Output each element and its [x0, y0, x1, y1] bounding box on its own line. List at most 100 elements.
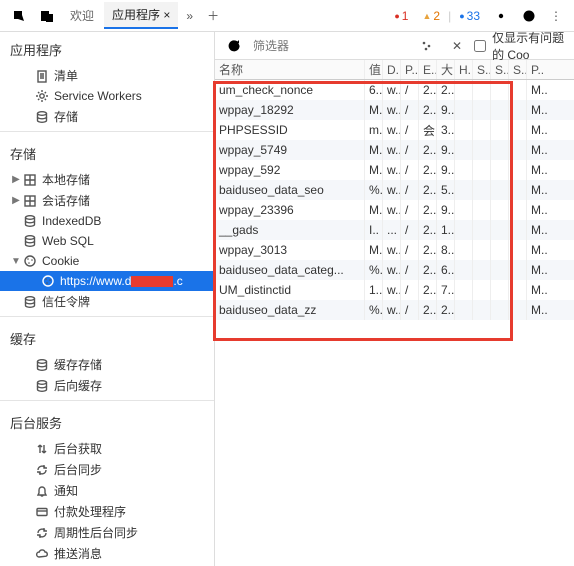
more-tabs-icon[interactable]: »: [180, 5, 199, 27]
tree-item-label: 付款处理程序: [54, 503, 126, 520]
table-row[interactable]: um_check_nonce6..w../2..2..M..: [215, 80, 574, 100]
tab-application[interactable]: 应用程序 ×: [104, 2, 178, 29]
table-row[interactable]: wppay_23396M..w../2..9..M..: [215, 200, 574, 220]
tree-item[interactable]: ▶本地存储: [0, 169, 214, 190]
col-header[interactable]: P..: [401, 60, 419, 79]
table-header[interactable]: 名称值D..P..E..大..H..S..S..S..P..: [215, 60, 574, 80]
tree-item[interactable]: 清单: [0, 65, 214, 86]
tree-item[interactable]: Web SQL: [0, 231, 214, 251]
tab-close-x[interactable]: ×: [163, 8, 170, 22]
tree-item[interactable]: 后台获取: [0, 438, 214, 459]
col-header[interactable]: 值: [365, 60, 383, 79]
cell: [509, 180, 527, 200]
table-row[interactable]: baiduseo_data_seo%..w../2..5..M..: [215, 180, 574, 200]
cell: [455, 240, 473, 260]
cell: 2..: [419, 140, 437, 160]
col-header[interactable]: D..: [383, 60, 401, 79]
tree-item[interactable]: 存储: [0, 106, 214, 127]
tree-item[interactable]: Service Workers: [0, 86, 214, 106]
device-icon[interactable]: [34, 5, 60, 27]
cell: [491, 100, 509, 120]
col-header[interactable]: P..: [527, 60, 551, 79]
tree-item-label: 清单: [54, 67, 78, 84]
cookie-table: 名称值D..P..E..大..H..S..S..S..P.. um_check_…: [215, 60, 574, 566]
twist-icon[interactable]: ▶: [10, 174, 22, 185]
cell: w..: [383, 120, 401, 140]
tree-item-label: 存储: [54, 108, 78, 125]
activity-icon[interactable]: [516, 5, 542, 27]
tree-item[interactable]: ▶ 会话存储: [0, 190, 214, 211]
message-badge[interactable]: 33: [453, 5, 486, 27]
tree-item[interactable]: 后台同步: [0, 459, 214, 480]
tree-item[interactable]: IndexedDB: [0, 211, 214, 231]
table-row[interactable]: wppay_592M..w../2..9..M..: [215, 160, 574, 180]
clear-filter-icon[interactable]: ✕: [446, 35, 468, 57]
cell: [491, 280, 509, 300]
cell: 2..: [419, 180, 437, 200]
add-tab-icon[interactable]: ＋: [201, 3, 225, 28]
filter-settings-icon[interactable]: [414, 36, 440, 56]
cell: w..: [383, 300, 401, 320]
table-row[interactable]: __gadsI...../2..1..M..: [215, 220, 574, 240]
twist-icon[interactable]: ▼: [10, 256, 22, 267]
cell: [509, 260, 527, 280]
cell: w..: [383, 260, 401, 280]
tree-item-label: 后台获取: [54, 440, 102, 457]
cell: [509, 220, 527, 240]
tree-item-label: 推送消息: [54, 545, 102, 562]
cell: /: [401, 160, 419, 180]
cell: [455, 160, 473, 180]
table-row[interactable]: PHPSESSIDm..w../会..3..M..: [215, 120, 574, 140]
tree-item[interactable]: 缓存存储: [0, 354, 214, 375]
cell: 1..: [437, 220, 455, 240]
cell: [473, 140, 491, 160]
tree-item[interactable]: ▼ Cookie: [0, 251, 214, 271]
cell: M..: [527, 120, 551, 140]
table-row[interactable]: baiduseo_data_categ...%..w../2..6..M..: [215, 260, 574, 280]
tree-item[interactable]: 信任令牌: [0, 291, 214, 312]
cell: 2..: [437, 80, 455, 100]
db-icon: [22, 233, 38, 249]
kebab-menu-icon[interactable]: ⋮: [544, 5, 568, 27]
tab-welcome[interactable]: 欢迎: [62, 3, 102, 28]
tree-item[interactable]: 后向缓存: [0, 375, 214, 396]
table-row[interactable]: wppay_18292M..w../2..9..M..: [215, 100, 574, 120]
col-header[interactable]: S..: [491, 60, 509, 79]
cell: 会..: [419, 120, 437, 140]
settings-gear-icon[interactable]: [488, 5, 514, 27]
tree-item[interactable]: 通知: [0, 480, 214, 501]
table-row[interactable]: UM_distinctid1..w../2..7..M..: [215, 280, 574, 300]
only-issues-checkbox[interactable]: [474, 40, 486, 52]
filter-bar: ✕ 仅显示有问题的 Coo: [215, 32, 574, 60]
tree-item-label: 后向缓存: [54, 377, 102, 394]
twist-icon[interactable]: ▶: [10, 195, 22, 206]
tree-item[interactable]: 付款处理程序: [0, 501, 214, 522]
cell: /: [401, 80, 419, 100]
cell: [455, 260, 473, 280]
cell: /: [401, 260, 419, 280]
tree-item[interactable]: 周期性后台同步: [0, 522, 214, 543]
inspect-icon[interactable]: [6, 5, 32, 27]
col-header[interactable]: E..: [419, 60, 437, 79]
cell: [491, 160, 509, 180]
cell: m..: [365, 120, 383, 140]
error-badge[interactable]: 1: [388, 5, 414, 27]
col-header[interactable]: S..: [473, 60, 491, 79]
table-row[interactable]: wppay_3013M..w../2..8..M..: [215, 240, 574, 260]
cell: w..: [383, 160, 401, 180]
warn-badge[interactable]: 2: [416, 5, 446, 27]
table-row[interactable]: baiduseo_data_zz%..w../2..2..M..: [215, 300, 574, 320]
table-row[interactable]: wppay_5749M..w../2..9..M..: [215, 140, 574, 160]
filter-input[interactable]: [253, 39, 408, 53]
tree-item-label: Cookie: [42, 254, 79, 268]
cell: M..: [365, 240, 383, 260]
refresh-icon[interactable]: [221, 35, 247, 57]
cell: 2..: [437, 300, 455, 320]
tree-item[interactable]: https://www.d.c: [0, 271, 214, 291]
tree-item[interactable]: 推送消息: [0, 543, 214, 564]
col-header[interactable]: H..: [455, 60, 473, 79]
col-header[interactable]: 名称: [215, 60, 365, 79]
col-header[interactable]: 大..: [437, 60, 455, 79]
tree-item-label: 会话存储: [42, 192, 90, 209]
col-header[interactable]: S..: [509, 60, 527, 79]
